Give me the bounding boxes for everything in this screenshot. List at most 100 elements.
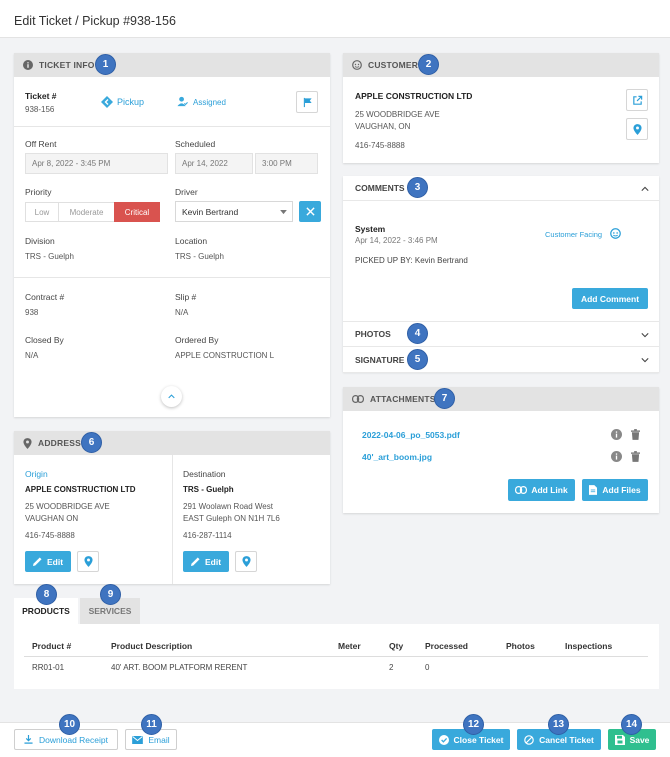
add-link-button[interactable]: Add Link (508, 479, 575, 501)
origin-line1: 25 WOODBRIDGE AVE (25, 502, 110, 511)
attachment-file-2[interactable]: 40'_art_boom.jpg (362, 452, 432, 462)
map-pin-icon (241, 556, 251, 567)
flag-button[interactable] (296, 91, 318, 113)
collapse-ticket-info-button[interactable] (161, 386, 182, 407)
chevron-up-icon (168, 394, 175, 399)
table-header-divider (24, 656, 648, 657)
address-title: ADDRESS (38, 438, 81, 448)
customer-address-line1: 25 WOODBRIDGE AVE (355, 110, 440, 119)
callout-badge-14: 14 (621, 714, 642, 735)
customer-phone: 416-745-8888 (355, 141, 405, 150)
callout-badge-3: 3 (407, 177, 428, 198)
ticket-info-title: TICKET INFO (39, 60, 95, 70)
col-product-number: Product # (32, 641, 72, 651)
callout-badge-2: 2 (418, 54, 439, 75)
slip-value: N/A (175, 308, 189, 317)
save-label: Save (629, 734, 650, 745)
callout-badge-8: 8 (36, 584, 57, 605)
attachment-2-trash-icon[interactable] (631, 451, 640, 462)
destination-map-button[interactable] (235, 551, 257, 572)
floppy-disk-icon (614, 734, 625, 745)
email-label: Email (148, 734, 170, 745)
row-processed: 0 (425, 663, 430, 672)
flag-icon (303, 97, 312, 107)
customer-map-button[interactable] (626, 118, 648, 140)
closed-by-value: N/A (25, 351, 39, 360)
download-receipt-label: Download Receipt (39, 734, 108, 745)
clear-driver-button[interactable] (299, 201, 321, 222)
customer-facing-label: Customer Facing (545, 230, 603, 239)
contract-value: 938 (25, 308, 39, 317)
chevron-down-icon (641, 333, 649, 338)
callout-badge-9: 9 (100, 584, 121, 605)
customer-header: CUSTOMER (343, 53, 659, 77)
page-title: Edit Ticket / Pickup #938-156 (14, 14, 176, 28)
customer-name: APPLE CONSTRUCTION LTD (355, 91, 473, 101)
assigned-user-icon (177, 96, 188, 107)
signature-title: SIGNATURE (355, 354, 405, 365)
location-value: TRS - Guelph (175, 252, 224, 261)
photos-header[interactable]: PHOTOS (343, 321, 659, 347)
customer-address-line2: VAUGHAN, ON (355, 122, 411, 131)
col-photos: Photos (506, 641, 535, 651)
add-comment-button[interactable]: Add Comment (572, 288, 648, 309)
customer-face-icon (352, 60, 362, 70)
chevron-up-icon (641, 186, 649, 191)
info-icon (23, 60, 33, 70)
attachment-1-info-icon[interactable] (611, 429, 622, 440)
callout-badge-7: 7 (434, 388, 455, 409)
priority-critical-option[interactable]: Critical (114, 202, 160, 222)
callout-badge-13: 13 (548, 714, 569, 735)
map-pin-icon (23, 437, 32, 449)
edit-destination-button[interactable]: Edit (183, 551, 229, 572)
driver-select[interactable]: Kevin Bertrand (175, 201, 293, 222)
customer-facing-icon (610, 228, 621, 239)
origin-map-button[interactable] (77, 551, 99, 572)
attachment-1-trash-icon[interactable] (631, 429, 640, 440)
priority-low-option[interactable]: Low (25, 202, 59, 222)
edit-origin-label: Edit (46, 556, 64, 567)
ticket-info-card: TICKET INFO (14, 53, 330, 417)
attachment-2-info-icon[interactable] (611, 451, 622, 462)
destination-line1: 291 Woolawn Road West (183, 502, 273, 511)
download-icon (24, 735, 33, 744)
origin-phone: 416-745-8888 (25, 531, 75, 540)
attachment-file-1[interactable]: 2022-04-06_po_5053.pdf (362, 430, 460, 440)
caret-down-icon (280, 210, 287, 215)
col-meter: Meter (338, 641, 361, 651)
scheduled-date-field[interactable]: Apr 14, 2022 (175, 153, 253, 174)
callout-badge-10: 10 (59, 714, 80, 735)
driver-label: Driver (175, 187, 198, 197)
address-column-divider (172, 455, 173, 584)
row-qty: 2 (389, 663, 394, 672)
priority-moderate-option[interactable]: Moderate (58, 202, 115, 222)
origin-line2: VAUGHAN ON (25, 514, 79, 523)
callout-badge-12: 12 (463, 714, 484, 735)
destination-phone: 416-287-1114 (183, 531, 232, 540)
comment-date: Apr 14, 2022 - 3:46 PM (355, 236, 438, 245)
ticket-number-value: 938-156 (25, 105, 55, 114)
map-pin-icon (83, 556, 93, 567)
callout-badge-4: 4 (407, 323, 428, 344)
callout-badge-1: 1 (95, 54, 116, 75)
col-product-description: Product Description (111, 641, 193, 651)
col-inspections: Inspections (565, 641, 613, 651)
location-label: Location (175, 236, 208, 246)
ticket-info-divider-1 (14, 126, 330, 127)
comments-header[interactable]: COMMENTS (343, 176, 659, 201)
link-icon (352, 395, 364, 404)
ordered-by-label: Ordered By (175, 335, 219, 345)
file-icon (589, 485, 598, 495)
driver-select-value: Kevin Bertrand (182, 206, 239, 217)
slip-label: Slip # (175, 292, 197, 302)
open-customer-button[interactable] (626, 89, 648, 111)
signature-header[interactable]: SIGNATURE (343, 347, 659, 373)
off-rent-field[interactable]: Apr 8, 2022 - 3:45 PM (25, 153, 168, 174)
edit-origin-button[interactable]: Edit (25, 551, 71, 572)
customer-title: CUSTOMER (368, 60, 419, 70)
external-link-icon (632, 95, 642, 105)
scheduled-time-field[interactable]: 3:00 PM (255, 153, 318, 174)
add-files-button[interactable]: Add Files (582, 479, 648, 501)
close-icon (305, 207, 315, 216)
division-label: Division (25, 236, 55, 246)
